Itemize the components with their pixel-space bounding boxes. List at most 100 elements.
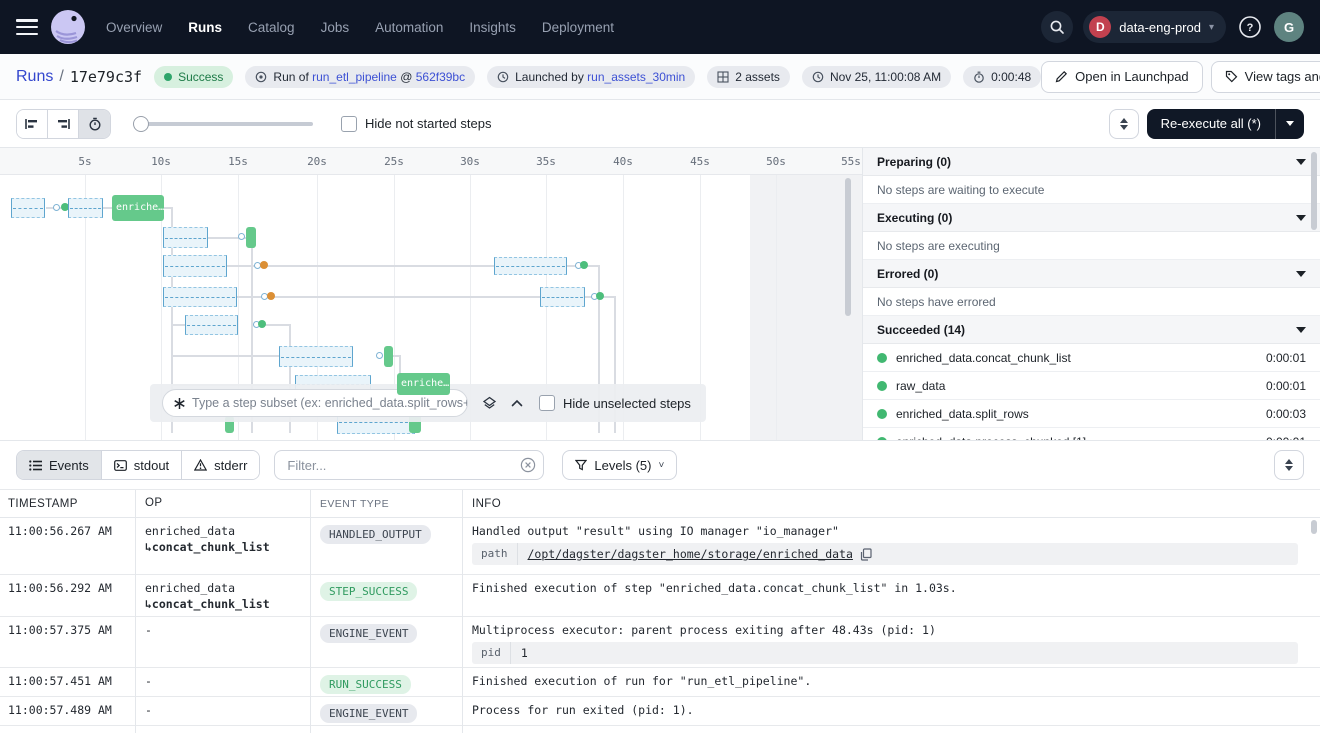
gantt-chart[interactable]: 5s 10s 15s 20s 25s 30s 35s 40s 45s 50s 5… xyxy=(0,148,862,441)
run-header: Runs / 17e79c3f Success Run of run_etl_p… xyxy=(0,54,1320,100)
axis-tick: 30s xyxy=(460,155,480,168)
hamburger-menu-icon[interactable] xyxy=(16,19,38,35)
nav-catalog[interactable]: Catalog xyxy=(248,20,295,35)
tab-stderr[interactable]: stderr xyxy=(182,451,259,479)
succeeded-step-item[interactable]: enriched_data.concat_chunk_list 0:00:01 xyxy=(863,344,1320,372)
tab-stdout[interactable]: stdout xyxy=(102,451,182,479)
section-message: No steps are waiting to execute xyxy=(863,176,1320,204)
col-op: OP xyxy=(135,496,310,512)
workspace-avatar: D xyxy=(1089,16,1111,38)
breadcrumb-runs-link[interactable]: Runs xyxy=(16,68,53,86)
events-expand-button[interactable] xyxy=(1274,450,1304,480)
commit-link[interactable]: 562f39bc xyxy=(416,70,465,84)
axis-tick: 15s xyxy=(228,155,248,168)
succeeded-step-item[interactable]: enriched_data.process_chunked [1] 0:00:0… xyxy=(863,428,1320,441)
event-info-text: Multiprocess executor: parent process ex… xyxy=(472,623,1310,637)
gantt-waiting-box[interactable] xyxy=(163,227,208,248)
nav-insights[interactable]: Insights xyxy=(469,20,516,35)
column-divider xyxy=(135,490,136,733)
gantt-step-bar[interactable] xyxy=(384,346,393,367)
levels-dropdown-button[interactable]: Levels (5) ˅ xyxy=(562,450,677,480)
target-icon xyxy=(255,71,267,83)
succeeded-step-item[interactable]: raw_data 0:00:01 xyxy=(863,372,1320,400)
reexecute-dropdown-button[interactable] xyxy=(1275,109,1304,139)
gantt-step-bar[interactable] xyxy=(246,227,256,248)
gantt-expand-button[interactable] xyxy=(1109,109,1139,139)
launched-by-tag: Launched by run_assets_30min xyxy=(487,66,695,88)
storage-path-link[interactable]: /opt/dagster/dagster_home/storage/enrich… xyxy=(528,547,853,561)
help-button[interactable]: ? xyxy=(1236,13,1264,41)
caret-down-icon xyxy=(1296,215,1306,221)
event-info-text: Handled output "result" using IO manager… xyxy=(472,524,1310,538)
gantt-zoom-slider[interactable] xyxy=(133,116,313,132)
gantt-waiting-box[interactable] xyxy=(163,287,237,307)
layers-button[interactable] xyxy=(482,396,497,411)
clear-filter-button[interactable] xyxy=(520,457,536,478)
schedule-link[interactable]: run_assets_30min xyxy=(587,70,685,84)
nav-runs[interactable]: Runs xyxy=(188,20,222,35)
gantt-step-bar[interactable]: enriche… xyxy=(397,373,450,395)
workspace-switcher[interactable]: D data-eng-prod ▾ xyxy=(1083,11,1226,43)
success-dot-icon xyxy=(877,381,887,391)
event-info-text: Finished execution of step "enriched_dat… xyxy=(472,581,1310,595)
slider-knob[interactable] xyxy=(133,116,149,132)
gantt-waiting-box[interactable] xyxy=(11,198,45,218)
panel-scrollbar[interactable] xyxy=(1311,152,1317,230)
gantt-scrollbar[interactable] xyxy=(845,178,851,316)
succeeded-step-item[interactable]: enriched_data.split_rows 0:00:03 xyxy=(863,400,1320,428)
gantt-step-bar[interactable]: enriche… xyxy=(112,195,164,221)
reexecute-split-button: Re-execute all (*) xyxy=(1147,109,1304,139)
section-preparing[interactable]: Preparing (0) xyxy=(863,148,1320,176)
gridline xyxy=(776,175,777,441)
gantt-open-marker xyxy=(376,352,383,359)
timed-mode-button[interactable] xyxy=(79,110,110,138)
nav-deployment[interactable]: Deployment xyxy=(542,20,614,35)
event-row[interactable]: 11:00:56.292 AM enriched_data↳concat_chu… xyxy=(0,575,1320,617)
pipeline-link[interactable]: run_etl_pipeline xyxy=(312,70,397,84)
section-succeeded[interactable]: Succeeded (14) xyxy=(863,316,1320,344)
event-row[interactable]: 11:00:56.267 AM enriched_data↳concat_chu… xyxy=(0,518,1320,575)
reexecute-all-button[interactable]: Re-execute all (*) xyxy=(1147,116,1275,131)
gantt-waiting-box[interactable] xyxy=(540,287,585,307)
search-button[interactable] xyxy=(1041,11,1073,43)
event-row[interactable]: 11:00:57.489 AM - ENGINE_EVENT Process f… xyxy=(0,697,1320,726)
gantt-waiting-box[interactable] xyxy=(68,198,103,218)
dagster-logo-icon[interactable] xyxy=(50,9,86,45)
pencil-icon xyxy=(1055,70,1068,83)
copy-icon[interactable] xyxy=(860,548,872,561)
gantt-waiting-box[interactable] xyxy=(185,315,238,335)
gantt-toolbar: Hide not started steps Re-execute all (*… xyxy=(0,100,1320,148)
waterfall-mode-button[interactable] xyxy=(48,110,79,138)
axis-tick: 40s xyxy=(613,155,633,168)
hide-not-started-checkbox[interactable] xyxy=(341,116,357,132)
flatten-left-mode-button[interactable] xyxy=(17,110,48,138)
gantt-open-marker xyxy=(238,233,245,240)
breadcrumb-separator: / xyxy=(59,68,63,86)
gantt-waiting-box[interactable] xyxy=(494,257,567,275)
tab-events[interactable]: Events xyxy=(17,451,102,479)
filter-input[interactable] xyxy=(274,450,544,480)
success-dot-icon xyxy=(877,353,887,363)
gantt-waiting-box[interactable] xyxy=(163,255,227,277)
view-tags-config-button[interactable]: View tags and config xyxy=(1211,61,1320,93)
nav-overview[interactable]: Overview xyxy=(106,20,162,35)
warning-triangle-icon xyxy=(194,459,207,471)
section-errored[interactable]: Errored (0) xyxy=(863,260,1320,288)
nav-automation[interactable]: Automation xyxy=(375,20,443,35)
col-event-type: EVENT TYPE xyxy=(310,498,462,510)
step-subset-input[interactable] xyxy=(192,396,467,410)
event-row[interactable]: 11:00:57.451 AM - RUN_SUCCESS Finished e… xyxy=(0,668,1320,697)
user-avatar[interactable]: G xyxy=(1274,12,1304,42)
column-divider xyxy=(462,490,463,733)
nav-jobs[interactable]: Jobs xyxy=(321,20,350,35)
collapse-overlay-button[interactable] xyxy=(511,399,523,407)
dagster-run-page: Overview Runs Catalog Jobs Automation In… xyxy=(0,0,1320,733)
hide-unselected-checkbox[interactable] xyxy=(539,395,555,411)
search-icon xyxy=(1049,19,1065,35)
events-scrollbar[interactable] xyxy=(1311,520,1317,534)
chevron-up-icon xyxy=(511,399,523,407)
gantt-waiting-box[interactable] xyxy=(279,346,353,367)
event-row[interactable]: 11:00:57.375 AM - ENGINE_EVENT Multiproc… xyxy=(0,617,1320,668)
section-executing[interactable]: Executing (0) xyxy=(863,204,1320,232)
open-in-launchpad-button[interactable]: Open in Launchpad xyxy=(1041,61,1202,93)
